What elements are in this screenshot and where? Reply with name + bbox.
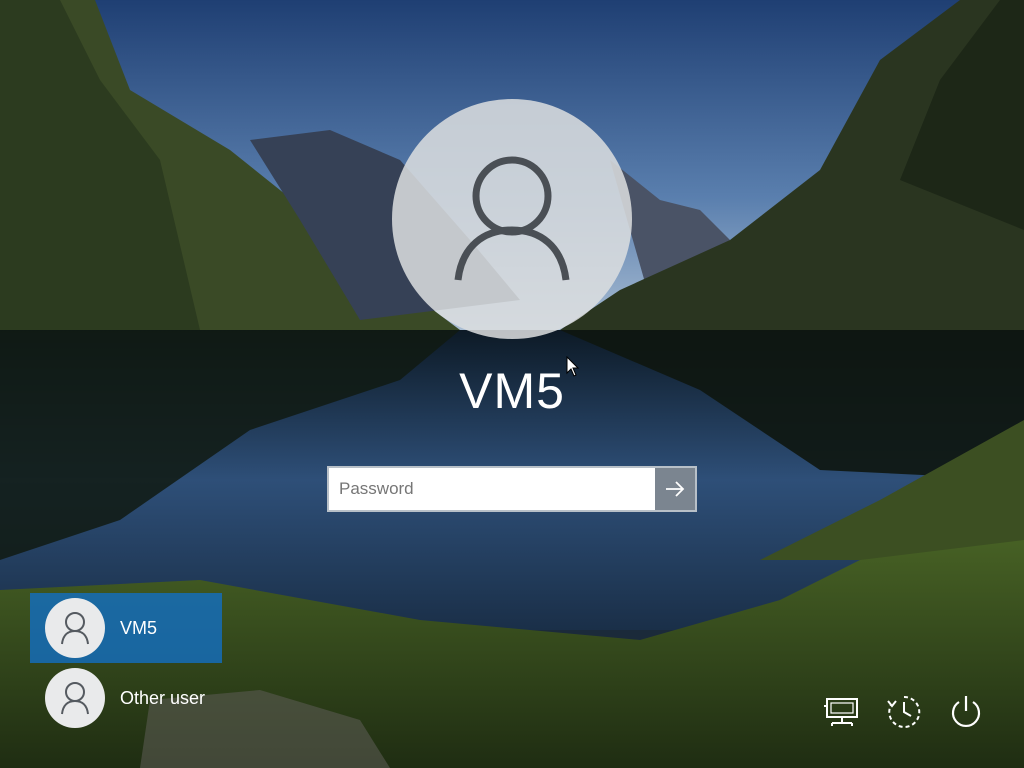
login-username: VM5	[459, 363, 565, 419]
mouse-cursor-icon	[566, 356, 580, 377]
password-field-container	[327, 466, 697, 512]
user-avatar	[45, 598, 105, 658]
user-avatar	[45, 668, 105, 728]
system-tray	[820, 690, 988, 734]
user-list: VM5 Other user	[30, 593, 222, 733]
power-button[interactable]	[944, 690, 988, 734]
user-name-label: Other user	[120, 687, 206, 708]
network-button[interactable]	[820, 690, 864, 734]
user-item-other-user[interactable]: Other user	[30, 663, 222, 733]
user-icon	[61, 612, 89, 645]
network-icon	[824, 698, 858, 726]
ease-of-access-button[interactable]	[882, 690, 926, 734]
power-icon	[951, 696, 981, 727]
ease-of-access-icon	[887, 695, 921, 728]
user-avatar-large	[392, 99, 632, 339]
user-icon	[61, 682, 89, 715]
user-name-label: VM5	[120, 617, 158, 638]
user-item-vm5[interactable]: VM5	[30, 593, 222, 663]
arrow-right-icon	[666, 481, 685, 497]
submit-button[interactable]	[655, 468, 695, 510]
password-input[interactable]	[329, 468, 655, 510]
user-icon	[454, 156, 570, 281]
